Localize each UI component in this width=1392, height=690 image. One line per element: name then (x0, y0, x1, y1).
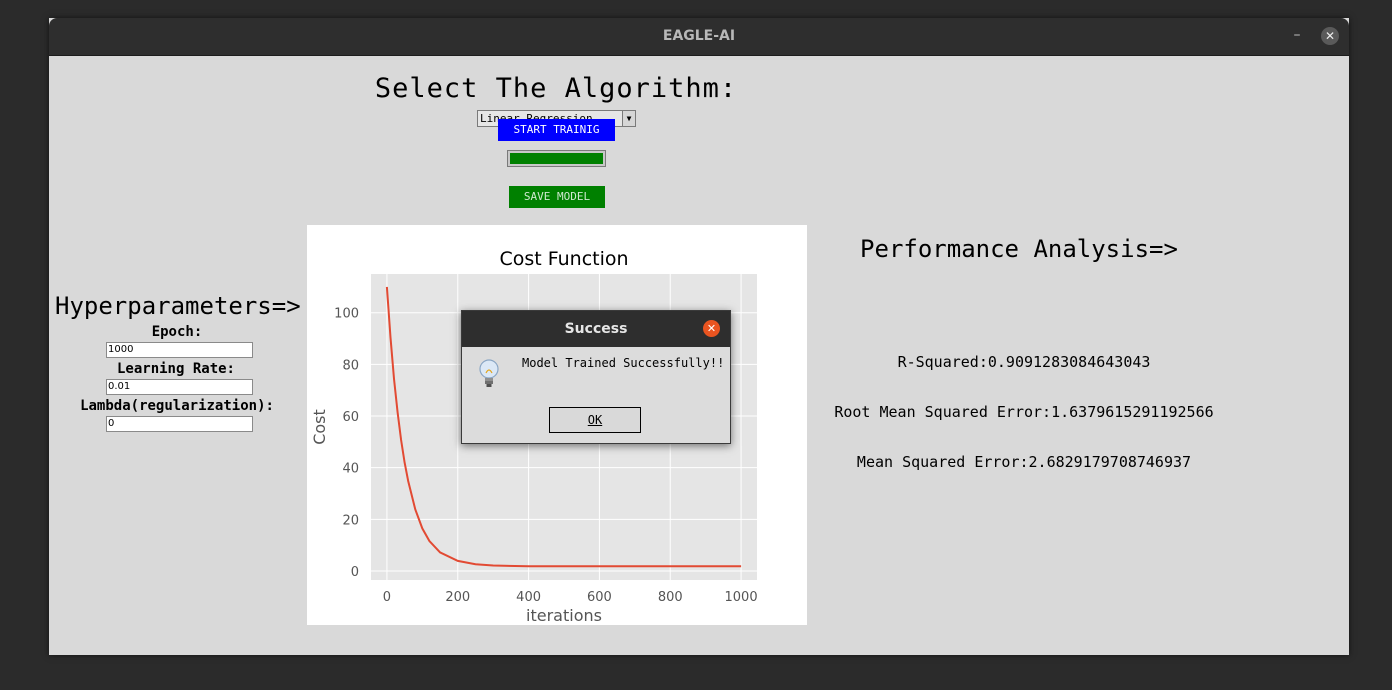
learning-rate-label: Learning Rate: (116, 361, 235, 377)
minimize-icon[interactable]: – (1289, 28, 1305, 44)
x-tick-label: 800 (658, 590, 683, 605)
app-window: EAGLE-AI – ✕ Select The Algorithm: Linea… (49, 18, 1349, 655)
y-tick-label: 40 (342, 462, 359, 477)
y-tick-label: 0 (351, 565, 359, 580)
success-dialog: Success ✕ Model Trained Successfully!! O… (461, 310, 731, 444)
y-tick-label: 100 (334, 307, 359, 322)
chart-title: Cost Function (499, 248, 628, 270)
progress-track (510, 153, 603, 164)
x-axis-label: iterations (526, 606, 602, 625)
hyperparameters-heading: Hyperparameters=> (55, 292, 301, 320)
epoch-input[interactable] (106, 342, 253, 358)
dialog-message: Model Trained Successfully!! (522, 356, 725, 370)
y-tick-label: 60 (342, 410, 359, 425)
progress-fill (510, 153, 603, 164)
training-progress-bar (507, 150, 606, 167)
y-axis-label: Cost (310, 409, 329, 445)
close-icon[interactable]: ✕ (1321, 27, 1339, 45)
x-tick-label: 600 (587, 590, 612, 605)
y-tick-label: 80 (342, 358, 359, 373)
window-title: EAGLE-AI (662, 28, 736, 44)
x-tick-label: 1000 (725, 590, 758, 605)
dialog-title: Success (462, 311, 730, 347)
r-squared-value: R-Squared:0.9091283084643043 (897, 353, 1151, 371)
dialog-close-icon[interactable]: ✕ (703, 320, 720, 337)
epoch-label: Epoch: (151, 324, 203, 340)
y-tick-label: 20 (342, 513, 359, 528)
save-model-button[interactable]: SAVE MODEL (509, 186, 605, 208)
x-tick-label: 0 (383, 590, 391, 605)
learning-rate-input[interactable] (106, 379, 253, 395)
x-tick-label: 200 (445, 590, 470, 605)
start-training-button[interactable]: START TRAINIG (498, 119, 615, 141)
lambda-input[interactable] (106, 416, 253, 432)
lambda-label: Lambda(regularization): (80, 398, 274, 414)
x-tick-label: 400 (516, 590, 541, 605)
lightbulb-icon (479, 359, 499, 387)
algorithm-heading: Select The Algorithm: (374, 73, 738, 104)
performance-heading: Performance Analysis=> (860, 235, 1178, 263)
title-bar: EAGLE-AI – ✕ (49, 18, 1349, 56)
ok-button-label: OK (587, 413, 603, 427)
chevron-down-icon[interactable]: ▼ (622, 111, 635, 126)
ok-button[interactable]: OK (549, 407, 641, 433)
main-content: Select The Algorithm: Linear Regression … (49, 55, 1349, 655)
mse-value: Mean Squared Error:2.6829179708746937 (856, 453, 1192, 471)
rmse-value: Root Mean Squared Error:1.63796152911925… (834, 403, 1214, 421)
